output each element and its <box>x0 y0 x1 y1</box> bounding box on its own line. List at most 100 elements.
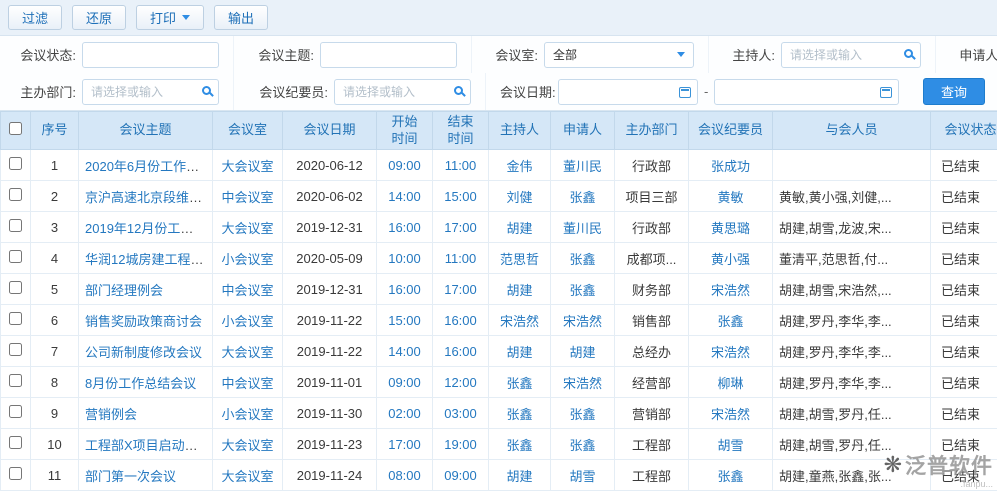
cell-date: 2019-11-22 <box>283 305 377 336</box>
cell-status: 已结束 <box>931 305 997 336</box>
meeting-room-select-value: 全部 <box>553 46 577 63</box>
cell-room: 中会议室 <box>213 367 283 398</box>
search-icon[interactable] <box>904 49 913 58</box>
search-icon[interactable] <box>202 86 211 95</box>
filter-host: 主持人: <box>709 36 936 73</box>
filter-meeting-status: 会议状态: <box>10 36 234 73</box>
row-checkbox[interactable] <box>9 219 22 232</box>
filter-panel: 会议状态: 会议主题: 会议室: 全部 主持人: 申请人: <box>0 36 997 111</box>
cell-seq: 3 <box>31 212 79 243</box>
cell-subject[interactable]: 2020年6月份工作总结 <box>79 150 213 181</box>
cell-room: 大会议室 <box>213 429 283 460</box>
meeting-room-select[interactable]: 全部 <box>544 42 694 68</box>
meeting-subject-link[interactable]: 部门经理例会 <box>85 283 163 298</box>
row-checkbox[interactable] <box>9 188 22 201</box>
host-input[interactable] <box>781 42 921 68</box>
meeting-subject-link[interactable]: 华润12城房建工程项目 <box>85 252 213 267</box>
meeting-subject-link[interactable]: 2020年6月份工作总结 <box>85 159 212 174</box>
cell-department: 成都项... <box>615 243 689 274</box>
row-checkbox[interactable] <box>9 250 22 263</box>
meeting-subject-link[interactable]: 8月份工作总结会议 <box>85 376 196 391</box>
restore-button[interactable]: 还原 <box>72 5 126 30</box>
table-row: 6销售奖励政策商讨会小会议室2019-11-2215:0016:00宋浩然宋浩然… <box>1 305 997 336</box>
meeting-date-to-input[interactable] <box>714 79 899 105</box>
meeting-subject-link[interactable]: 工程部X项目启动会议 <box>85 438 211 453</box>
filter-button[interactable]: 过滤 <box>8 5 62 30</box>
cell-recorder: 柳琳 <box>689 367 773 398</box>
cell-status: 已结束 <box>931 212 997 243</box>
meeting-subject-input[interactable] <box>320 42 457 68</box>
cell-recorder: 宋浩然 <box>689 336 773 367</box>
meeting-subject-link[interactable]: 营销例会 <box>85 407 137 422</box>
row-checkbox-cell <box>1 336 31 367</box>
row-checkbox-cell <box>1 212 31 243</box>
cell-subject[interactable]: 部门经理例会 <box>79 274 213 305</box>
export-button[interactable]: 输出 <box>214 5 268 30</box>
cell-host: 胡建 <box>489 336 551 367</box>
cell-recorder: 黄敏 <box>689 181 773 212</box>
cell-host: 范思哲 <box>489 243 551 274</box>
cell-applicant: 宋浩然 <box>551 367 615 398</box>
row-checkbox-cell <box>1 274 31 305</box>
cell-applicant: 董川民 <box>551 212 615 243</box>
cell-subject[interactable]: 工程部X项目启动会议 <box>79 429 213 460</box>
row-checkbox-cell <box>1 367 31 398</box>
row-checkbox[interactable] <box>9 157 22 170</box>
cell-status: 已结束 <box>931 181 997 212</box>
table-row: 2京沪高速北京段维修工程中会议室2020-06-0214:0015:00刘健张鑫… <box>1 181 997 212</box>
header-end-time: 结束时间 <box>433 112 489 150</box>
row-checkbox[interactable] <box>9 467 22 480</box>
row-checkbox[interactable] <box>9 374 22 387</box>
recorder-input[interactable] <box>334 79 471 105</box>
meeting-status-input[interactable] <box>82 42 219 68</box>
cell-start: 08:00 <box>377 460 433 491</box>
cell-subject[interactable]: 营销例会 <box>79 398 213 429</box>
cell-subject[interactable]: 京沪高速北京段维修工程 <box>79 181 213 212</box>
row-checkbox[interactable] <box>9 405 22 418</box>
row-checkbox-cell <box>1 243 31 274</box>
calendar-icon[interactable] <box>880 87 892 98</box>
search-icon[interactable] <box>454 86 463 95</box>
row-checkbox[interactable] <box>9 281 22 294</box>
cell-room: 中会议室 <box>213 274 283 305</box>
cell-seq: 8 <box>31 367 79 398</box>
query-button[interactable]: 查询 <box>923 78 985 105</box>
cell-attendees: 胡建,罗丹,李华,李... <box>773 305 931 336</box>
calendar-icon[interactable] <box>679 87 691 98</box>
select-all-checkbox[interactable] <box>9 122 22 135</box>
cell-subject[interactable]: 华润12城房建工程项目 <box>79 243 213 274</box>
meeting-subject-link[interactable]: 部门第一次会议 <box>85 469 176 484</box>
cell-subject[interactable]: 2019年12月份工作总结 <box>79 212 213 243</box>
cell-end: 12:00 <box>433 367 489 398</box>
table-row: 88月份工作总结会议中会议室2019-11-0109:0012:00张鑫宋浩然经… <box>1 367 997 398</box>
meeting-date-from-input[interactable] <box>558 79 698 105</box>
cell-start: 15:00 <box>377 305 433 336</box>
row-checkbox[interactable] <box>9 436 22 449</box>
row-checkbox[interactable] <box>9 343 22 356</box>
cell-host: 金伟 <box>489 150 551 181</box>
cell-subject[interactable]: 销售奖励政策商讨会 <box>79 305 213 336</box>
cell-start: 09:00 <box>377 367 433 398</box>
meeting-subject-link[interactable]: 京沪高速北京段维修工程 <box>85 190 213 205</box>
department-input[interactable] <box>82 79 219 105</box>
meeting-table: 序号 会议主题 会议室 会议日期 开始时间 结束时间 主持人 申请人 主办部门 … <box>0 111 997 491</box>
meeting-subject-link[interactable]: 销售奖励政策商讨会 <box>85 314 202 329</box>
cell-start: 17:00 <box>377 429 433 460</box>
cell-subject[interactable]: 部门第一次会议 <box>79 460 213 491</box>
meeting-subject-link[interactable]: 公司新制度修改会议 <box>85 345 202 360</box>
cell-recorder: 黄小强 <box>689 243 773 274</box>
cell-end: 17:00 <box>433 274 489 305</box>
row-checkbox[interactable] <box>9 312 22 325</box>
cell-applicant: 胡雪 <box>551 460 615 491</box>
row-checkbox-cell <box>1 150 31 181</box>
cell-recorder: 黄思璐 <box>689 212 773 243</box>
print-button[interactable]: 打印 <box>136 5 204 30</box>
cell-end: 16:00 <box>433 336 489 367</box>
cell-subject[interactable]: 8月份工作总结会议 <box>79 367 213 398</box>
filter-meeting-date: 会议日期: - <box>486 73 913 110</box>
cell-attendees: 胡建,胡雪,罗丹,任... <box>773 429 931 460</box>
cell-status: 已结束 <box>931 243 997 274</box>
cell-subject[interactable]: 公司新制度修改会议 <box>79 336 213 367</box>
meeting-subject-link[interactable]: 2019年12月份工作总结 <box>85 221 213 236</box>
cell-start: 16:00 <box>377 212 433 243</box>
